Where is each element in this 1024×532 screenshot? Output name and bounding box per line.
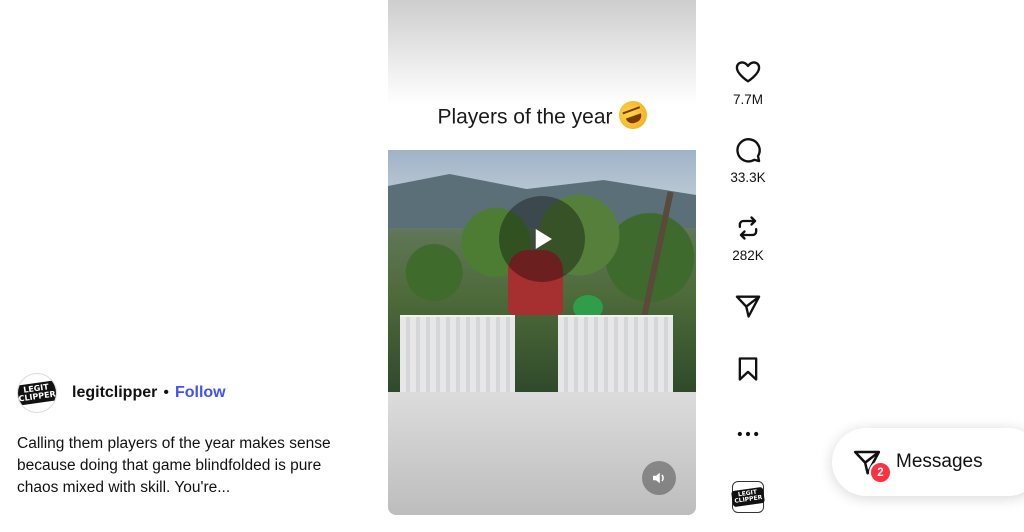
- like-action[interactable]: 7.7M: [718, 58, 778, 107]
- overlay-title-text: Players of the year: [437, 105, 613, 129]
- author-avatar[interactable]: LEGIT CLIPPER: [17, 373, 57, 413]
- bag-right: [558, 315, 673, 392]
- like-count: 7.7M: [732, 92, 763, 107]
- mute-button[interactable]: [642, 461, 676, 495]
- repost-action[interactable]: 282K: [718, 214, 778, 263]
- audio-avatar[interactable]: LEGIT CLIPPER: [731, 481, 765, 513]
- share-action[interactable]: [718, 292, 778, 320]
- messages-icon-wrap: 2: [852, 447, 892, 484]
- messages-badge: 2: [869, 461, 892, 484]
- author-row: LEGIT CLIPPER legitclipper • Follow: [17, 373, 226, 413]
- audio-avatar-logo: LEGIT CLIPPER: [731, 486, 765, 508]
- author-username[interactable]: legitclipper: [72, 384, 157, 402]
- comment-count: 33.3K: [730, 170, 766, 185]
- comment-action[interactable]: 33.3K: [718, 136, 778, 185]
- bookmark-icon: [738, 357, 758, 381]
- separator-dot: •: [163, 384, 169, 401]
- play-icon: [535, 229, 552, 249]
- save-action[interactable]: [718, 355, 778, 383]
- post-caption[interactable]: Calling them players of the year makes s…: [17, 433, 362, 499]
- messages-button[interactable]: 2 Messages: [832, 428, 1024, 496]
- follow-button[interactable]: Follow: [175, 384, 226, 402]
- volume-icon: [653, 472, 664, 484]
- bag-left: [400, 315, 515, 392]
- repost-icon: [738, 216, 758, 240]
- repost-count: 282K: [732, 248, 764, 263]
- video-bottom-band: [388, 392, 696, 515]
- play-button[interactable]: [499, 196, 585, 282]
- messages-label: Messages: [896, 451, 983, 472]
- reel-page: LEGIT CLIPPER legitclipper • Follow Call…: [0, 0, 1024, 532]
- more-icon: [737, 431, 759, 437]
- avatar-logo: LEGIT CLIPPER: [18, 380, 56, 406]
- more-action[interactable]: [718, 420, 778, 448]
- heart-icon: [735, 61, 761, 83]
- share-icon: [735, 295, 761, 318]
- video-overlay-title: Players of the year: [388, 97, 696, 133]
- comment-icon: [736, 138, 761, 163]
